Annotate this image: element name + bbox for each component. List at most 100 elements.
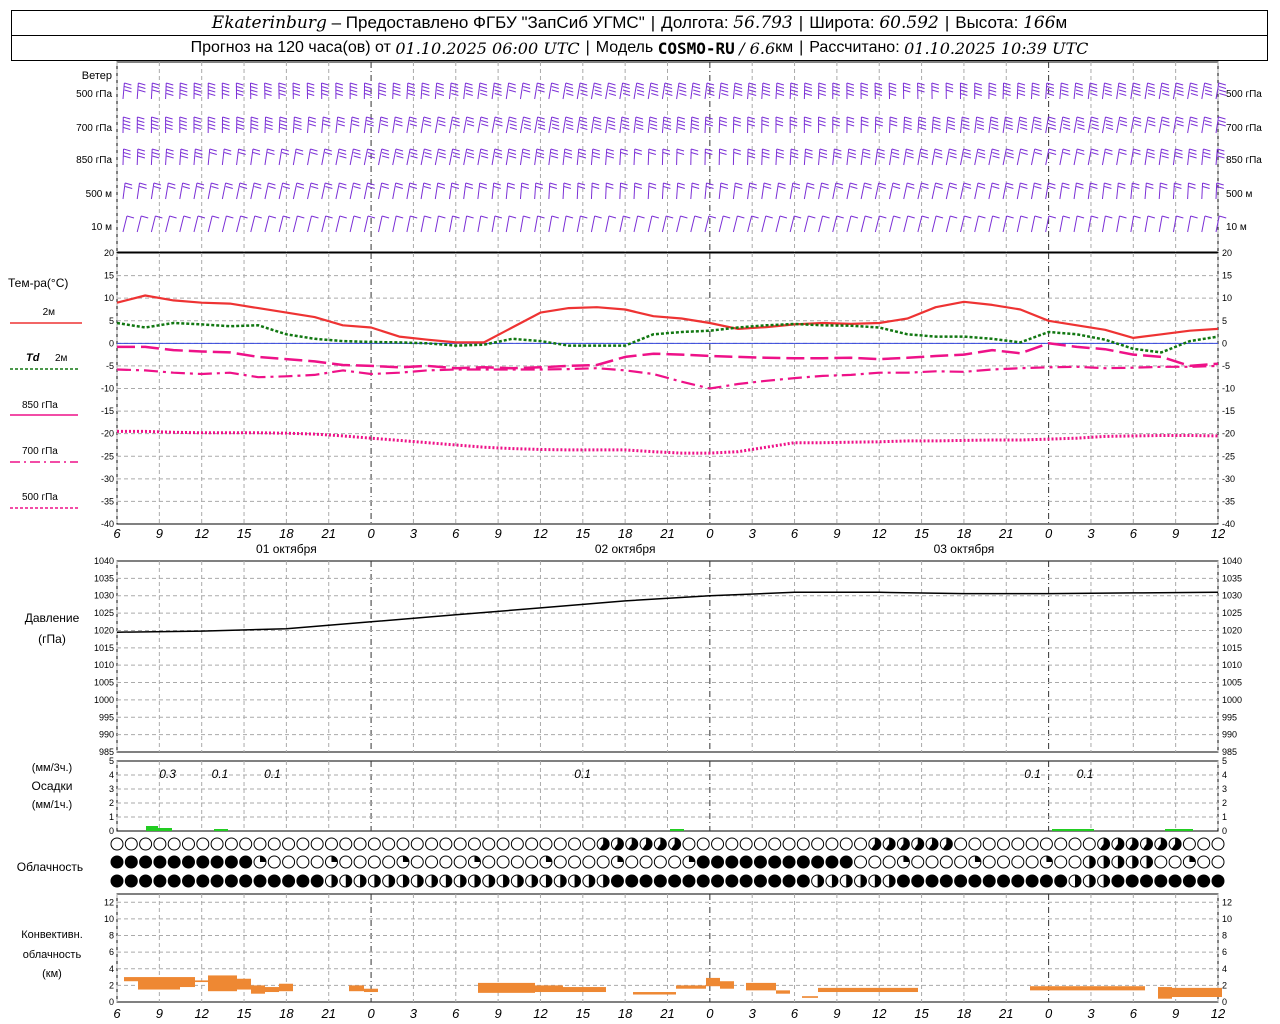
wind-barb-feather <box>620 186 628 189</box>
cloud-symbol <box>553 837 567 851</box>
wind-barb-feather <box>378 86 387 89</box>
wind-barb-feather <box>692 186 700 189</box>
precip-unit-3h: (мм/3ч.) <box>32 762 72 774</box>
convective-bar <box>720 981 734 989</box>
x-tick-label: 3 <box>410 526 418 541</box>
cloud-symbol-fill <box>268 875 281 887</box>
wind-barb-feather <box>250 93 258 96</box>
wind-barb-feather <box>1189 155 1197 159</box>
wind-barb-feather <box>523 127 532 130</box>
wind-barb-feather <box>1162 123 1170 127</box>
wind-barb <box>761 215 767 233</box>
wind-barb-feather <box>623 215 631 219</box>
cloud-symbol-fill <box>874 875 881 888</box>
wind-barb <box>647 182 650 200</box>
cloud-symbol-fill <box>1075 875 1082 887</box>
wind-barb-feather <box>1034 123 1042 127</box>
wind-barb-feather <box>1006 182 1014 186</box>
wind-barb-feather <box>636 89 645 93</box>
cloud-symbol <box>625 855 639 869</box>
wind-barb-feather <box>1003 89 1011 93</box>
wind-barb-feather <box>1133 82 1141 86</box>
wind-barb-feather <box>677 116 685 120</box>
wind-barb-feather <box>1048 120 1056 123</box>
wind-barb-feather <box>1048 116 1056 120</box>
wind-barb-feather <box>1147 86 1155 89</box>
cloud-symbol-fill <box>1212 875 1224 887</box>
cloud-symbol <box>124 837 138 851</box>
y-tick-label-left: 995 <box>99 712 114 722</box>
wind-barb-feather <box>424 148 432 152</box>
wind-barb <box>761 148 763 166</box>
wind-barb-feather <box>832 120 840 123</box>
wind-barb <box>562 182 565 200</box>
y-tick-label-right: 3 <box>1222 784 1227 794</box>
y-tick-label-left: -5 <box>106 361 114 371</box>
wind-barb-feather <box>906 148 914 152</box>
wind-barb <box>761 182 765 200</box>
wind-barb <box>264 182 269 200</box>
wind-barb-feather <box>424 152 432 155</box>
y-tick-label-left: 1035 <box>94 573 114 583</box>
wind-barb-feather <box>424 155 432 159</box>
cloud-symbol <box>453 837 467 851</box>
wind-barb <box>335 215 341 233</box>
cloud-symbol <box>1068 855 1082 869</box>
wind-barb <box>236 148 240 166</box>
wind-barb-feather <box>635 120 644 123</box>
wind-barb-feather <box>165 120 173 123</box>
wind-barb <box>1116 215 1120 233</box>
wind-barb-feather <box>818 123 826 127</box>
wind-barb-feather <box>1104 89 1112 93</box>
cloud-symbol <box>954 837 968 851</box>
wind-barb-feather <box>395 123 403 127</box>
wind-barb-feather <box>152 86 160 89</box>
cloud-symbol-fill <box>603 875 610 887</box>
wind-barb-feather <box>906 152 914 155</box>
wind-barb <box>349 116 353 134</box>
wind-barb-feather <box>183 215 191 219</box>
wind-barb-feather <box>1203 155 1211 159</box>
cloud-symbol <box>982 837 996 851</box>
cloud-symbol-fill <box>139 875 152 887</box>
wind-barb-feather <box>138 82 146 86</box>
cloud-symbol-fill <box>754 875 767 887</box>
wind-barb-feather <box>580 215 588 219</box>
wind-barb-feather <box>622 123 630 127</box>
wind-barb-feather <box>551 215 559 219</box>
wind-barb-feather <box>1161 82 1169 86</box>
wind-barb-feather <box>123 148 131 152</box>
wind-barb-feather <box>222 89 230 93</box>
wind-barb-feather <box>1204 120 1212 123</box>
cloud-symbol <box>1025 837 1039 851</box>
wind-barb-feather <box>1190 93 1199 96</box>
cloud-symbol-fill <box>725 875 738 887</box>
wind-barb-feather <box>152 155 160 159</box>
convective-bar <box>180 977 195 988</box>
cloud-symbol <box>582 837 596 851</box>
wind-barb-feather <box>648 152 657 155</box>
wind-barb-feather <box>620 152 628 155</box>
y-tick-label-right: 6 <box>1222 947 1227 957</box>
wind-barb-feather <box>551 89 560 93</box>
wind-barb-feather <box>182 186 190 189</box>
wind-barb-feather <box>1176 93 1184 96</box>
wind-barb <box>747 182 751 200</box>
wind-barb-feather <box>1063 152 1071 155</box>
wind-barb <box>917 116 920 134</box>
wind-barb <box>1144 182 1147 200</box>
wind-barb-feather <box>382 155 390 159</box>
cloud-symbol-fill <box>768 856 781 868</box>
wind-barb-feather <box>339 152 347 155</box>
cloud-symbol <box>1211 837 1225 851</box>
wind-barb-feather <box>1077 127 1085 130</box>
wind-barb-feather <box>378 82 387 86</box>
wind-barb <box>690 215 696 233</box>
wind-level-label: 10 м <box>91 222 112 233</box>
wind-barb-feather <box>917 86 925 89</box>
wind-barb-feather <box>236 86 244 89</box>
precip-label: 0.1 <box>1077 767 1094 781</box>
wind-barb-feather <box>208 123 216 127</box>
wind-barb-feather <box>918 116 927 120</box>
wind-barb-feather <box>1034 152 1043 155</box>
